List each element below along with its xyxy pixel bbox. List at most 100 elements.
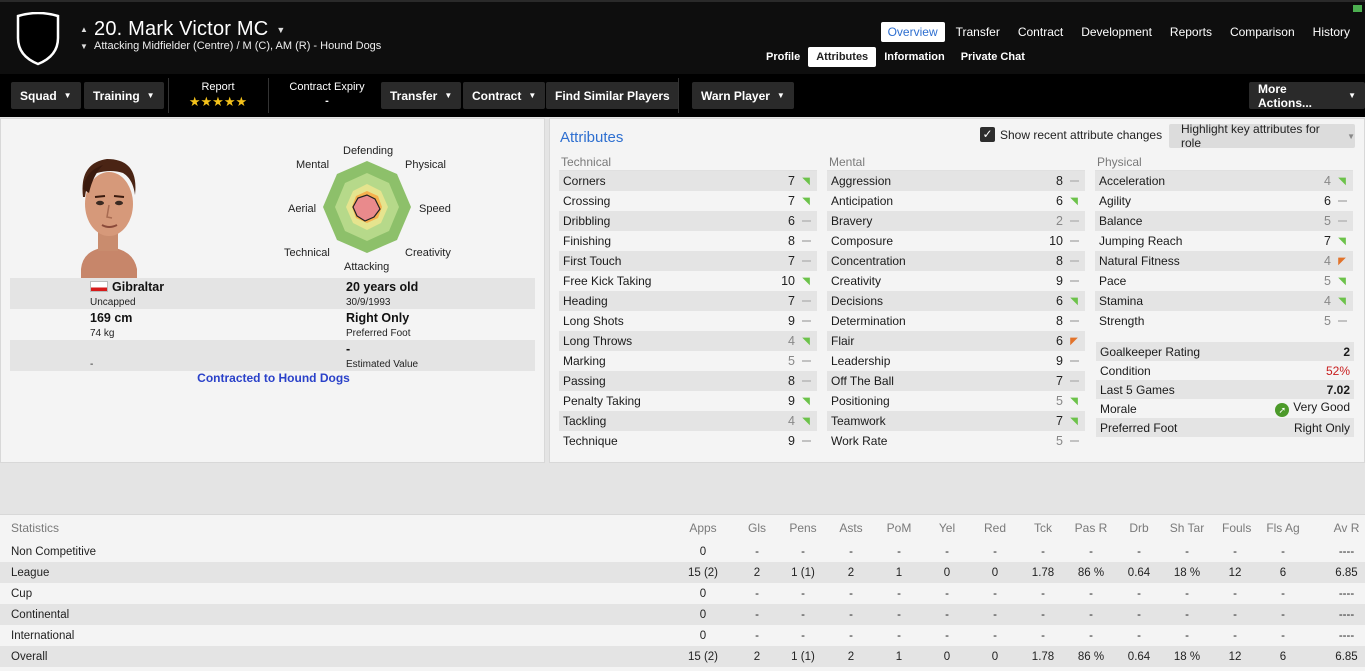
stats-header-av-r[interactable]: Av R	[1318, 515, 1365, 541]
attribute-row-strength[interactable]: Strength 5	[1095, 311, 1353, 331]
stats-header-pens[interactable]: Pens	[768, 515, 838, 541]
subtab-private-chat[interactable]: Private Chat	[953, 47, 1033, 67]
summary-row-preferred-foot: Preferred Foot Right Only	[1096, 418, 1354, 437]
attribute-value: 7	[788, 294, 795, 308]
stats-header-sh-tar[interactable]: Sh Tar	[1152, 515, 1222, 541]
attribute-row-decisions[interactable]: Decisions 6 ◤	[827, 291, 1085, 311]
stats-header-statistics[interactable]: Statistics	[0, 515, 660, 541]
attribute-row-acceleration[interactable]: Acceleration 4 ◤	[1095, 171, 1353, 191]
trend-up-arrow-icon: ◤	[1338, 235, 1346, 247]
transfer-button[interactable]: Transfer ▼	[381, 82, 462, 109]
attribute-row-finishing[interactable]: Finishing 8	[559, 231, 817, 251]
attribute-row-balance[interactable]: Balance 5	[1095, 211, 1353, 231]
attribute-row-dribbling[interactable]: Dribbling 6	[559, 211, 817, 231]
attribute-row-marking[interactable]: Marking 5	[559, 351, 817, 371]
caps: Uncapped	[90, 297, 136, 308]
attribute-row-composure[interactable]: Composure 10	[827, 231, 1085, 251]
attribute-row-determination[interactable]: Determination 8	[827, 311, 1085, 331]
stats-header-yel[interactable]: Yel	[934, 515, 960, 541]
show-recent-changes-toggle[interactable]: ✓ Show recent attribute changes	[980, 127, 1162, 142]
stats-cell: -	[849, 629, 853, 642]
find-similar-button[interactable]: Find Similar Players	[546, 82, 679, 109]
trend-up-arrow-icon: ◤	[802, 335, 810, 347]
attributes-panel: Attributes ✓ Show recent attribute chang…	[549, 118, 1365, 463]
stats-header-tck[interactable]: Tck	[1030, 515, 1056, 541]
subtab-profile[interactable]: Profile	[758, 47, 808, 67]
nationality[interactable]: Gibraltar	[90, 280, 164, 294]
squad-button[interactable]: Squad ▼	[11, 82, 81, 109]
tab-contract[interactable]: Contract	[1011, 22, 1070, 42]
attribute-name: Positioning	[831, 394, 890, 408]
stats-header-asts[interactable]: Asts	[838, 515, 864, 541]
next-player-icon[interactable]: ▼	[80, 42, 94, 51]
tab-overview[interactable]: Overview	[880, 22, 945, 42]
stats-header-gls[interactable]: Gls	[746, 515, 768, 541]
contract-status-link[interactable]: Contracted to Hound Dogs	[1, 371, 546, 385]
attribute-row-concentration[interactable]: Concentration 8	[827, 251, 1085, 271]
more-actions-button[interactable]: More Actions... ▼	[1249, 81, 1365, 110]
attribute-value: 8	[1056, 174, 1063, 188]
attribute-row-tackling[interactable]: Tackling 4 ◤	[559, 411, 817, 431]
attribute-row-first-touch[interactable]: First Touch 7	[559, 251, 817, 271]
attribute-row-off-the-ball[interactable]: Off The Ball 7	[827, 371, 1085, 391]
attribute-row-natural-fitness[interactable]: Natural Fitness 4 ◥	[1095, 251, 1353, 271]
attribute-value: 9	[788, 314, 795, 328]
attribute-row-work-rate[interactable]: Work Rate 5	[827, 431, 1085, 451]
warn-player-button[interactable]: Warn Player ▼	[692, 82, 794, 109]
tab-transfer[interactable]: Transfer	[949, 22, 1007, 42]
highlight-key-attributes-dropdown[interactable]: Highlight key attributes for role ▼	[1169, 122, 1355, 150]
attribute-row-crossing[interactable]: Crossing 7 ◤	[559, 191, 817, 211]
name-dropdown-icon[interactable]: ▼	[276, 25, 285, 35]
attribute-row-leadership[interactable]: Leadership 9	[827, 351, 1085, 371]
subtab-information[interactable]: Information	[876, 47, 953, 67]
attribute-row-long-throws[interactable]: Long Throws 4 ◤	[559, 331, 817, 351]
trend-dash	[1069, 439, 1079, 442]
tab-reports[interactable]: Reports	[1163, 22, 1219, 42]
stats-cell: -	[1030, 604, 1056, 625]
subtab-attributes[interactable]: Attributes	[808, 47, 877, 67]
stats-header-fouls[interactable]: Fouls	[1222, 515, 1251, 541]
attribute-row-jumping-reach[interactable]: Jumping Reach 7 ◤	[1095, 231, 1353, 251]
attribute-name: Strength	[1099, 314, 1145, 328]
more-actions-label: More Actions...	[1258, 81, 1313, 110]
attribute-row-heading[interactable]: Heading 7	[559, 291, 817, 311]
stats-header-fls-ag[interactable]: Fls Ag	[1248, 515, 1318, 541]
stats-cell: 0	[934, 646, 960, 667]
attribute-row-anticipation[interactable]: Anticipation 6 ◤	[827, 191, 1085, 211]
top-tabs: Overview Transfer Contract Development R…	[877, 22, 1357, 42]
stats-cell: -	[1222, 604, 1248, 625]
attribute-row-bravery[interactable]: Bravery 2	[827, 211, 1085, 231]
attribute-row-passing[interactable]: Passing 8	[559, 371, 817, 391]
tab-development[interactable]: Development	[1074, 22, 1159, 42]
stats-cell: -	[945, 545, 949, 558]
table-row: Cup 0- - - - - - - - - - - - ----	[0, 583, 1365, 604]
stats-header-red[interactable]: Red	[960, 515, 1030, 541]
attribute-row-agility[interactable]: Agility 6	[1095, 191, 1353, 211]
tab-comparison[interactable]: Comparison	[1223, 22, 1302, 42]
stats-header-pas-r[interactable]: Pas R	[1056, 515, 1126, 541]
attribute-row-teamwork[interactable]: Teamwork 7 ◤	[827, 411, 1085, 431]
attribute-row-stamina[interactable]: Stamina 4 ◤	[1095, 291, 1353, 311]
report-widget[interactable]: Report ★★★★★	[182, 81, 254, 110]
contract-button[interactable]: Contract ▼	[463, 82, 546, 109]
stats-header-apps[interactable]: Apps	[660, 515, 746, 541]
attribute-row-long-shots[interactable]: Long Shots 9	[559, 311, 817, 331]
attribute-row-positioning[interactable]: Positioning 5 ◤	[827, 391, 1085, 411]
stats-cell: 2	[746, 562, 768, 583]
attribute-row-free-kick-taking[interactable]: Free Kick Taking 10 ◤	[559, 271, 817, 291]
attribute-row-creativity[interactable]: Creativity 9	[827, 271, 1085, 291]
attribute-row-flair[interactable]: Flair 6 ◥	[827, 331, 1085, 351]
tab-history[interactable]: History	[1306, 22, 1357, 42]
attribute-row-corners[interactable]: Corners 7 ◤	[559, 171, 817, 191]
attribute-row-pace[interactable]: Pace 5 ◤	[1095, 271, 1353, 291]
attribute-radar-chart: Defending Physical Speed Creativity Atta…	[281, 141, 461, 301]
attribute-name: Off The Ball	[831, 374, 894, 388]
attribute-row-technique[interactable]: Technique 9	[559, 431, 817, 451]
attribute-row-aggression[interactable]: Aggression 8	[827, 171, 1085, 191]
training-button[interactable]: Training ▼	[84, 82, 164, 109]
previous-player-icon[interactable]: ▲	[80, 25, 94, 34]
stats-header-pom[interactable]: PoM	[864, 515, 934, 541]
stats-header-drb[interactable]: Drb	[1126, 515, 1152, 541]
attribute-row-penalty-taking[interactable]: Penalty Taking 9 ◤	[559, 391, 817, 411]
checkbox-checked-icon[interactable]: ✓	[980, 127, 995, 142]
